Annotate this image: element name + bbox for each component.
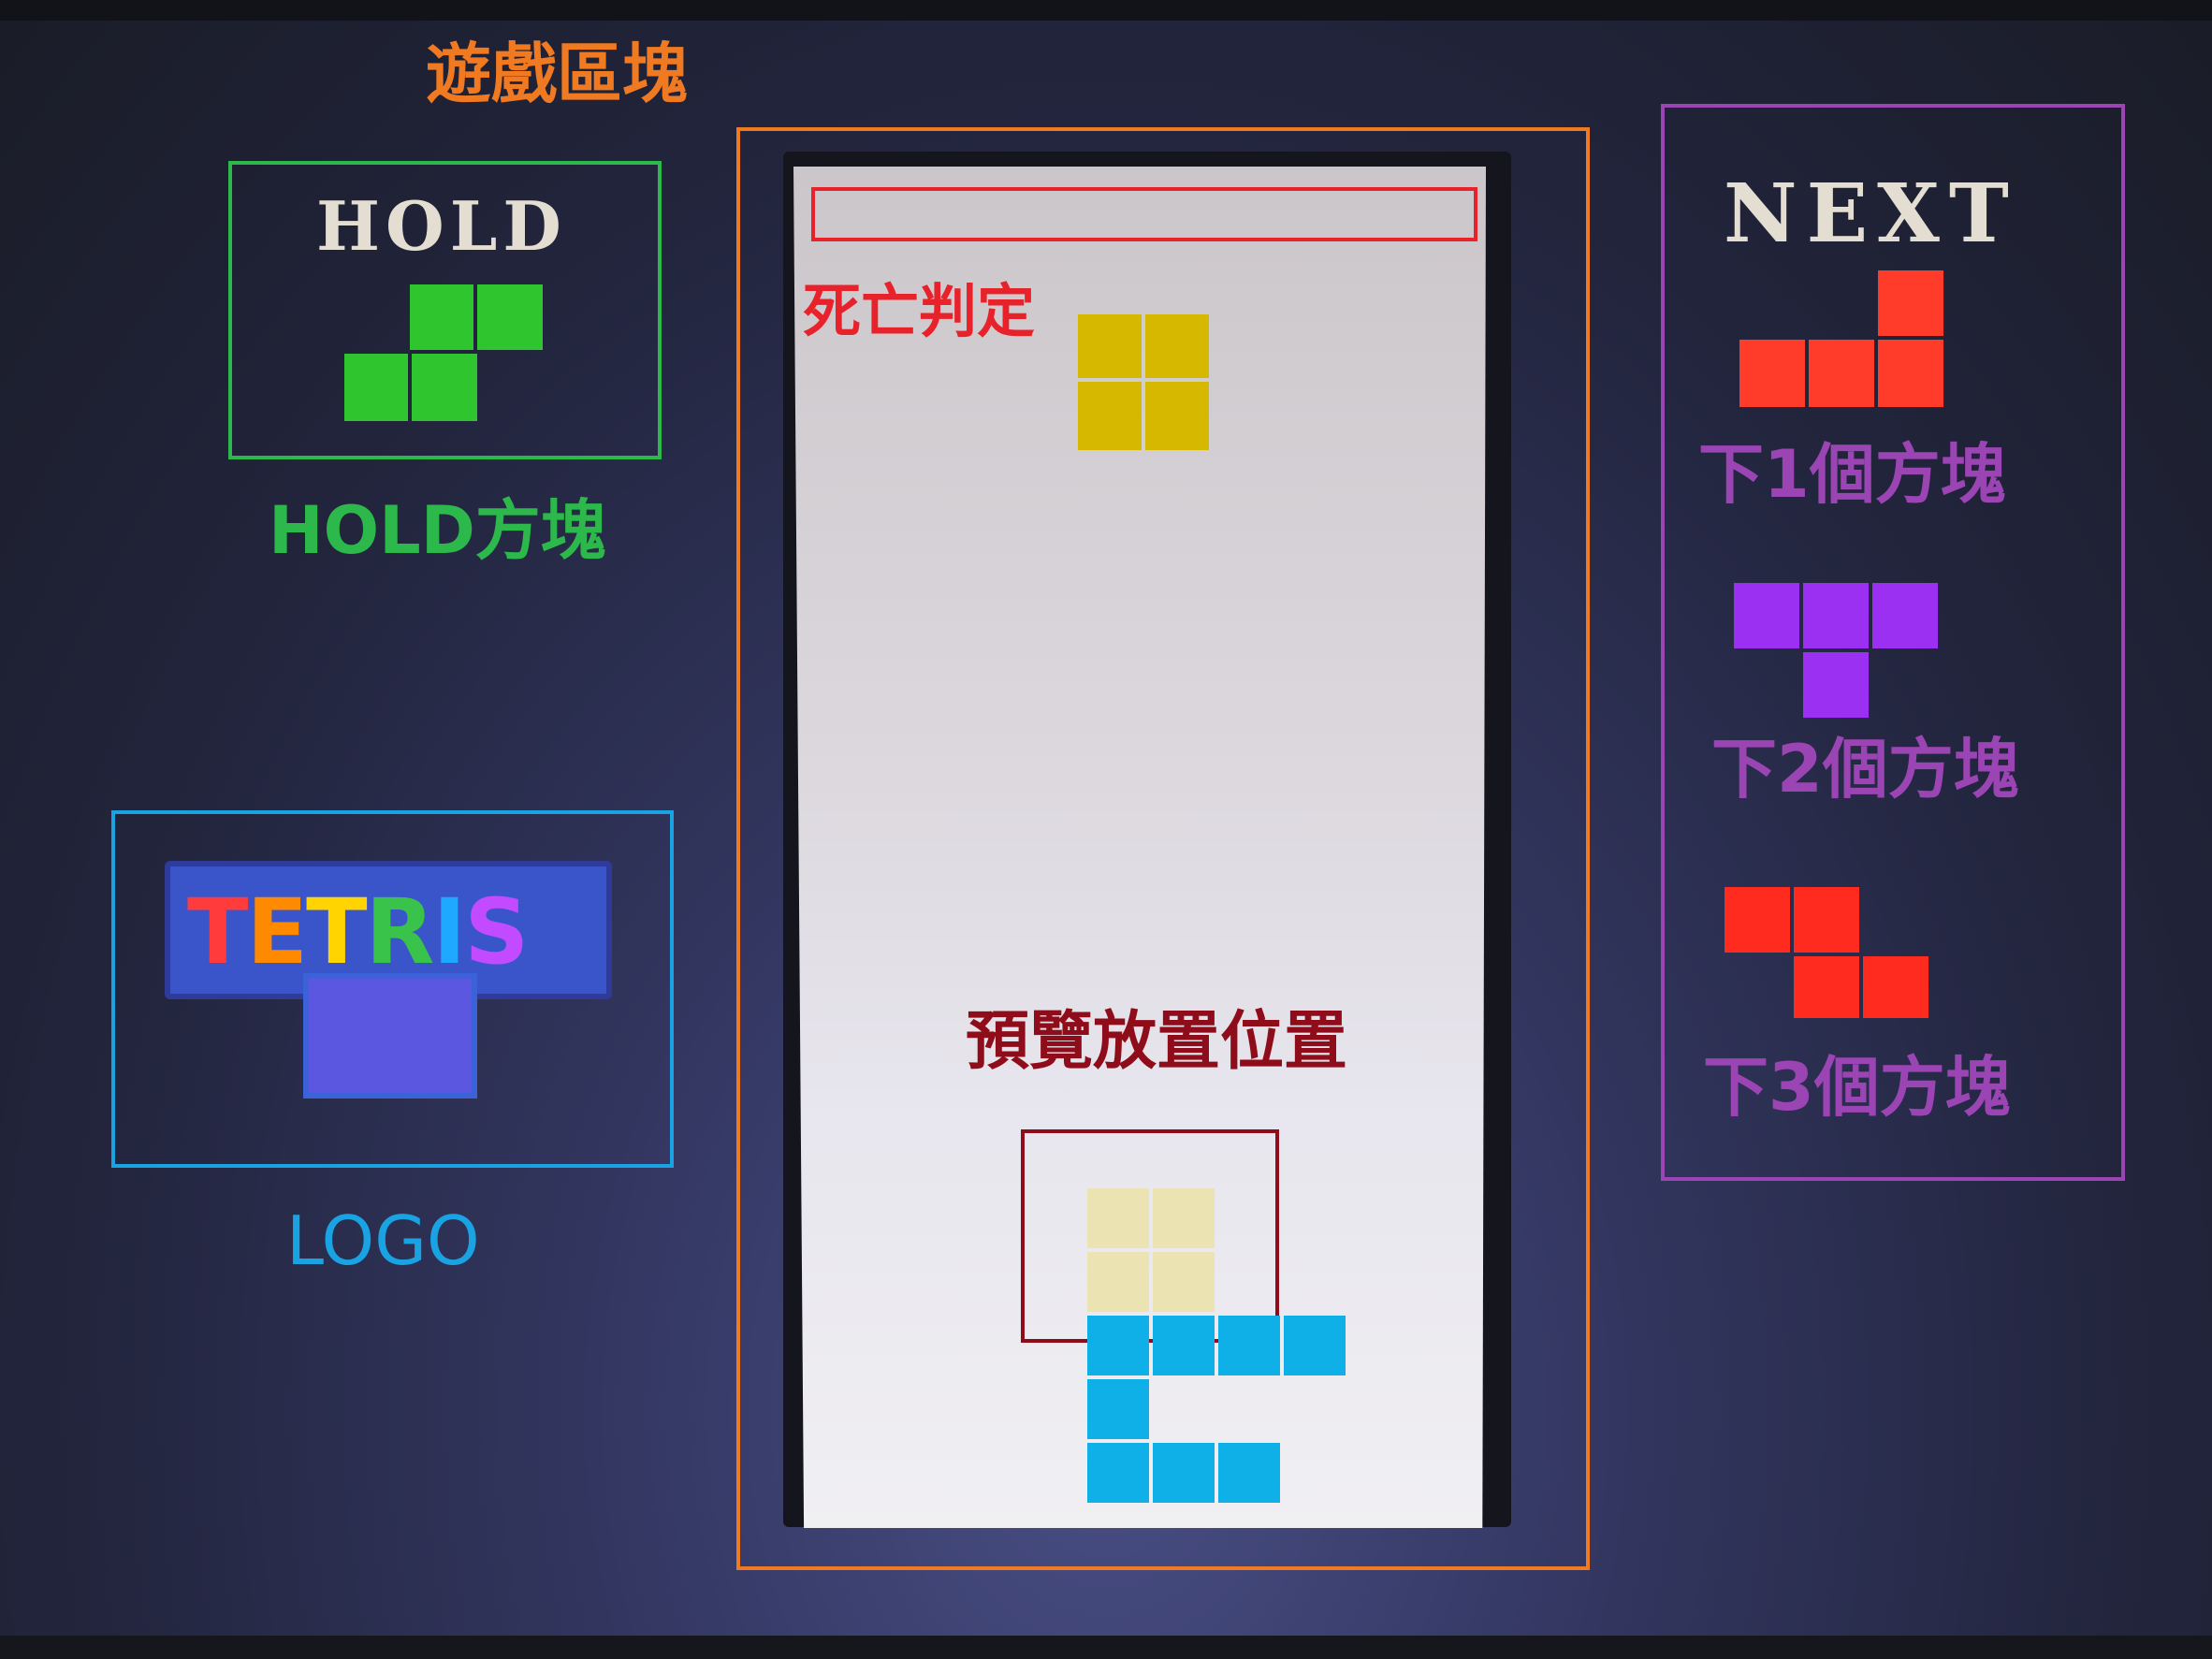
- stack-block: [1284, 1316, 1346, 1375]
- logo-letter: E: [246, 880, 308, 984]
- ghost-block: [1087, 1188, 1149, 1248]
- logo-wordmark: TETRIS: [187, 880, 529, 984]
- next1-block: [1878, 340, 1943, 407]
- death-zone-outline: [811, 187, 1477, 241]
- monitor-bezel-top: [0, 0, 2212, 21]
- next2-block: [1803, 652, 1869, 718]
- game-area-label: 遊戲區塊: [426, 36, 688, 112]
- preview-label: 預覽放置位置: [966, 1005, 1348, 1079]
- stack-block: [1087, 1316, 1149, 1375]
- ghost-block: [1153, 1188, 1215, 1248]
- ghost-block: [1153, 1252, 1215, 1312]
- falling-block: [1078, 314, 1142, 378]
- next3-block: [1794, 887, 1859, 953]
- hold-block: [412, 354, 477, 421]
- falling-block: [1078, 382, 1142, 450]
- next1-block: [1878, 270, 1943, 336]
- logo-letter: T: [187, 880, 248, 984]
- next1-block: [1739, 340, 1805, 407]
- stack-block: [1218, 1316, 1280, 1375]
- stack-block: [1087, 1443, 1149, 1503]
- hold-block: [344, 354, 408, 421]
- next3-block: [1863, 956, 1928, 1018]
- logo-stem: [303, 973, 477, 1099]
- next3-block: [1724, 887, 1790, 953]
- next1-block: [1809, 340, 1874, 407]
- monitor-bezel-bottom: [0, 1636, 2212, 1659]
- stack-block: [1218, 1443, 1280, 1503]
- falling-block: [1145, 382, 1209, 450]
- logo-letter: S: [464, 880, 529, 984]
- next3-label: 下3個方塊: [1703, 1049, 2011, 1126]
- next-title: NEXT: [1724, 167, 2018, 261]
- next2-label: 下2個方塊: [1711, 731, 2019, 808]
- hold-title: HOLD: [316, 186, 567, 266]
- stack-block: [1153, 1316, 1215, 1375]
- stack-block: [1153, 1443, 1215, 1503]
- stack-block: [1087, 1379, 1149, 1439]
- next1-label: 下1個方塊: [1698, 436, 2006, 513]
- logo-letter: R: [365, 880, 435, 984]
- falling-block: [1145, 314, 1209, 378]
- logo-letter: T: [306, 880, 367, 984]
- death-zone-label: 死亡判定: [803, 277, 1036, 345]
- logo-label: LOGO: [286, 1201, 480, 1280]
- next2-block: [1734, 583, 1799, 648]
- preview-outline: [1021, 1129, 1279, 1343]
- hold-block: [477, 284, 543, 350]
- logo-letter: I: [432, 880, 466, 984]
- ghost-block: [1087, 1252, 1149, 1312]
- next2-block: [1872, 583, 1938, 648]
- tetris-logo: TETRIS: [161, 861, 612, 1099]
- hold-block: [410, 284, 473, 350]
- next3-block: [1794, 956, 1859, 1018]
- next2-block: [1803, 583, 1869, 648]
- hold-block-label: HOLD方塊: [269, 492, 606, 569]
